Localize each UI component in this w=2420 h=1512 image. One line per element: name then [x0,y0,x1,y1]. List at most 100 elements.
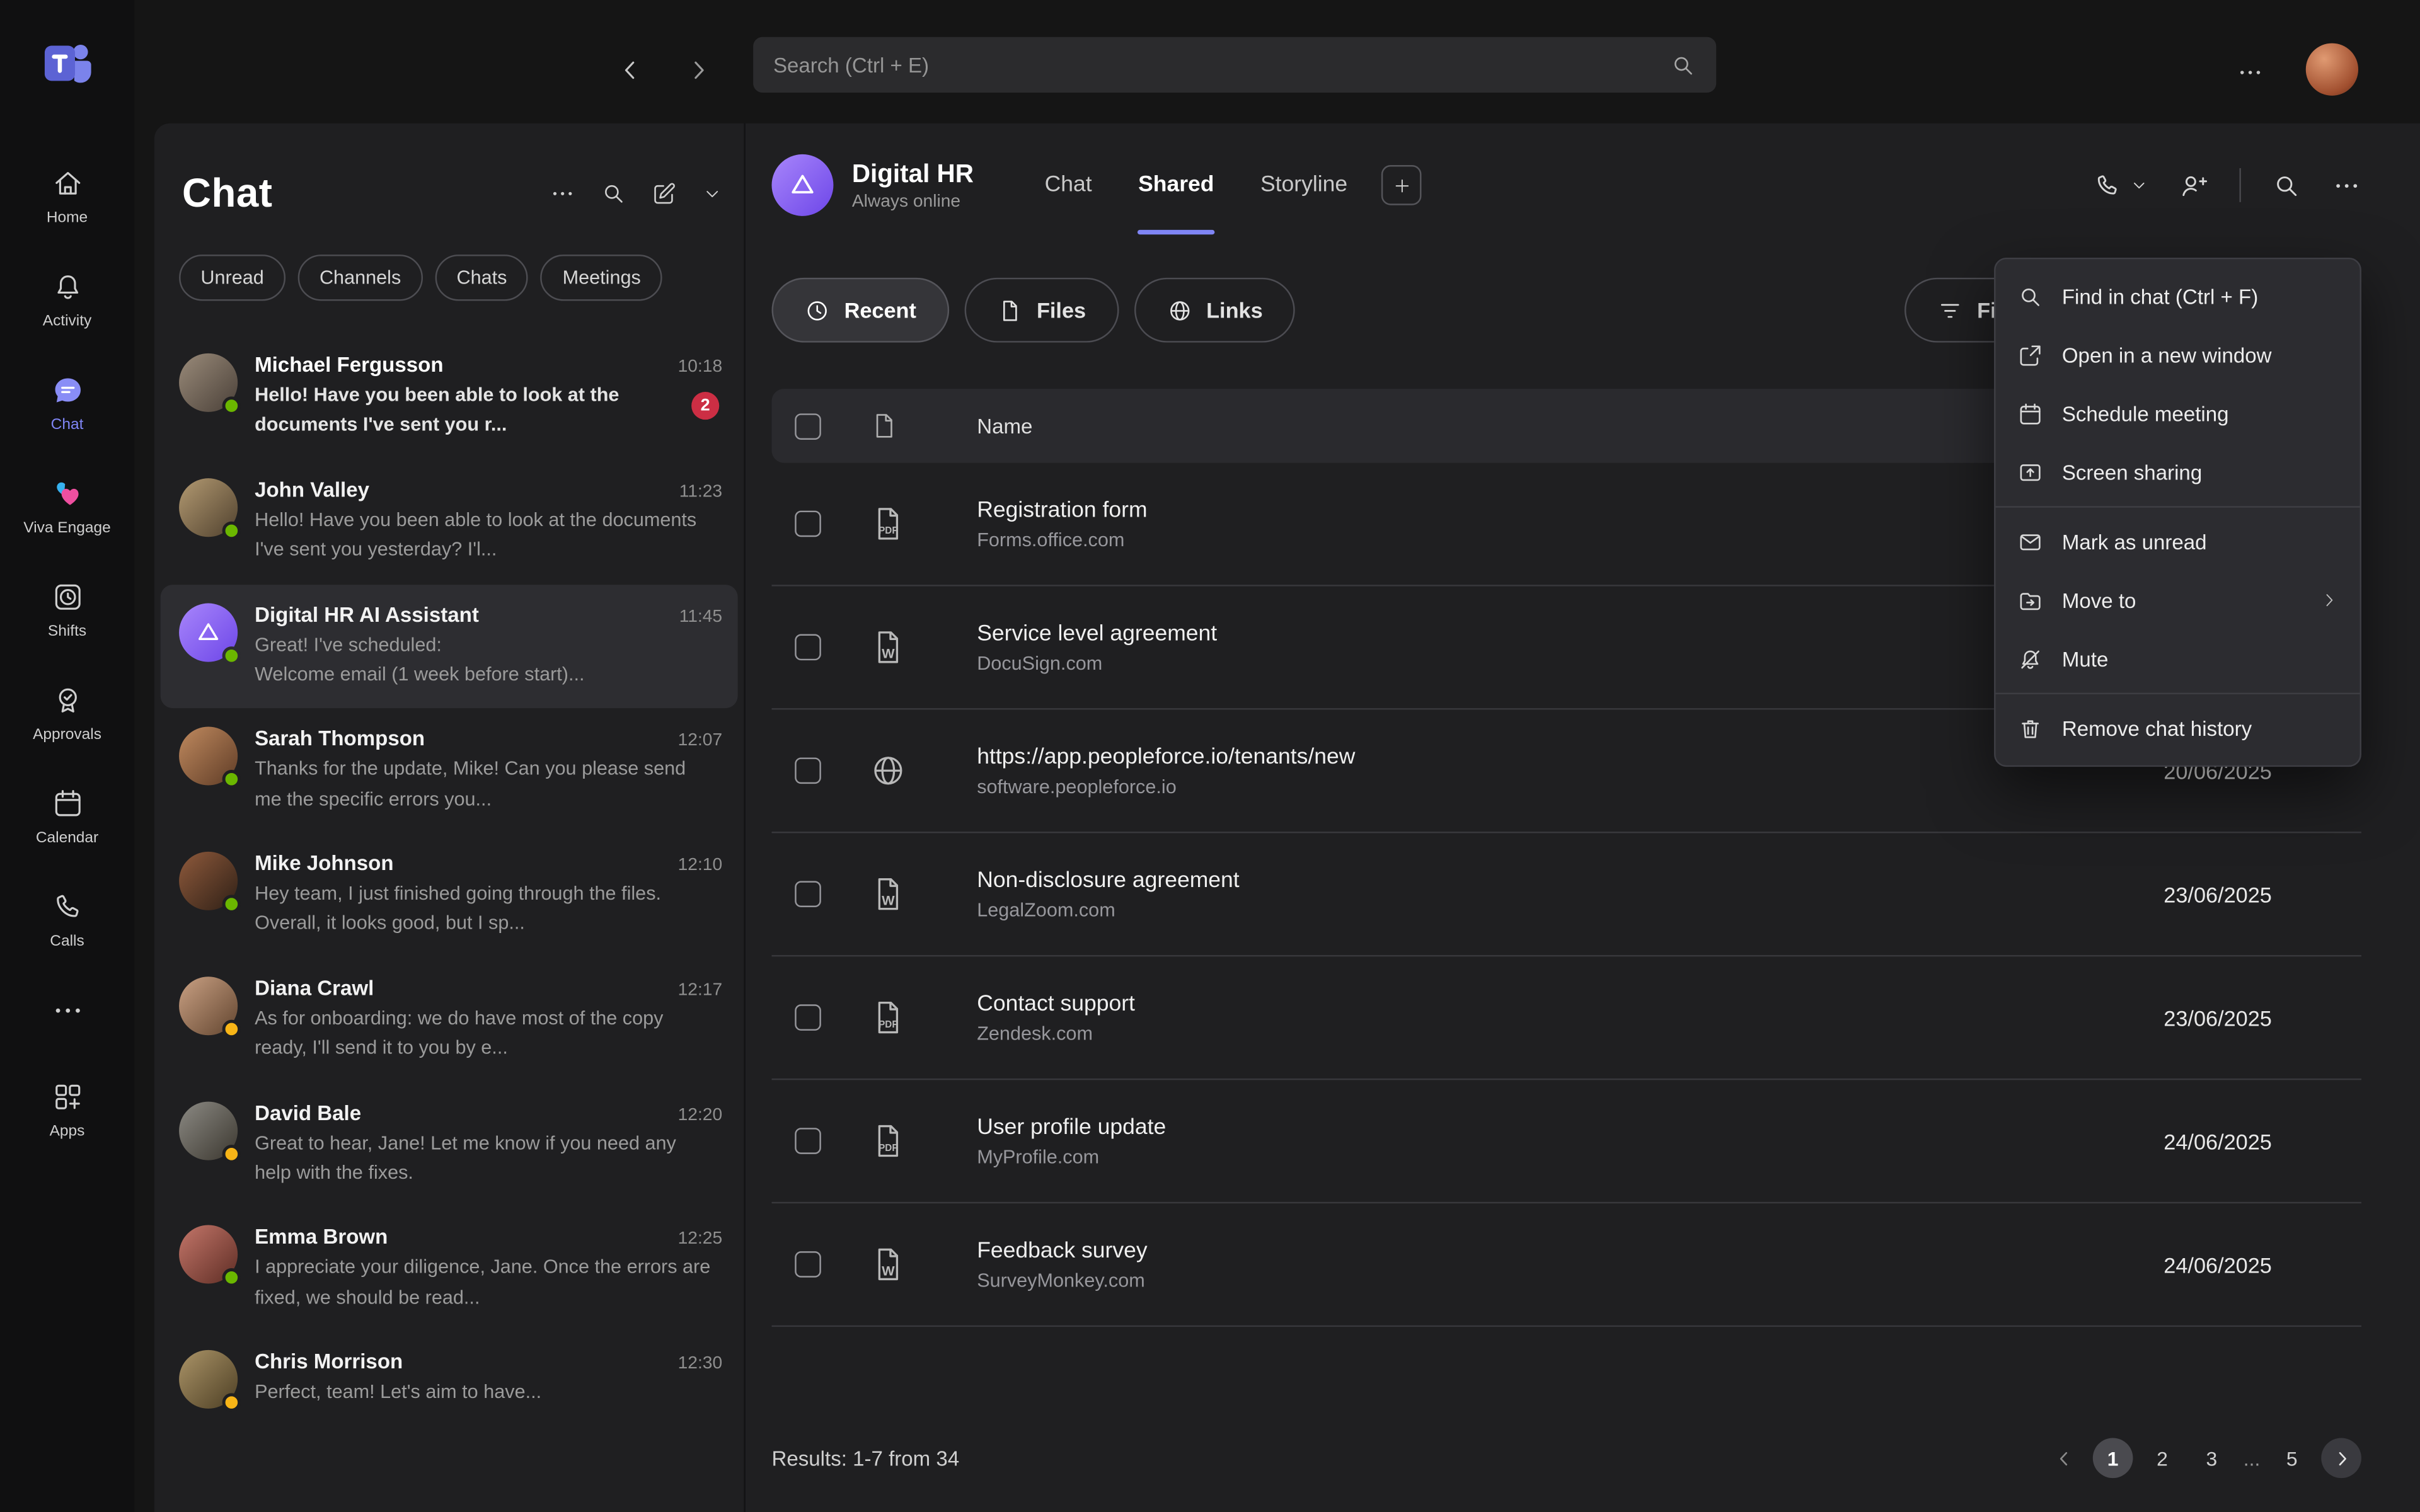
conversation-time: 12:25 [678,1230,722,1248]
rail-item-calls[interactable]: Calls [0,872,134,969]
filter-chats[interactable]: Chats [435,255,529,301]
forward-button[interactable] [685,57,712,84]
conversation-avatar [771,154,833,216]
next-page-button[interactable] [2321,1438,2361,1478]
menu-item-schedule-meeting[interactable]: Schedule meeting [1996,384,2360,443]
shared-row-contact-support[interactable]: Contact support Zendesk.com 23/06/2025 [771,956,2361,1080]
conversation-digital-hr-ai-assistant[interactable]: Digital HR AI Assistant 11:45 Great! I'v… [161,584,738,709]
page-button-[interactable]: ... [2241,1438,2262,1478]
conversation-name: Chris Morrison [255,1350,666,1373]
tab-shared[interactable]: Shared [1138,123,1214,247]
page-button-5[interactable]: 5 [2272,1438,2312,1478]
conversation-sarah-thompson[interactable]: Sarah Thompson 12:07 Thanks for the upda… [161,709,738,833]
menu-item-open-in-a-new-window[interactable]: Open in a new window [1996,326,2360,384]
presence-dot [222,1393,241,1411]
page-button-1[interactable]: 1 [2093,1438,2133,1478]
conversation-time: 12:17 [678,981,722,999]
menu-item-mark-as-unread[interactable]: Mark as unread [1996,512,2360,571]
icon-apps [50,1080,84,1114]
rail-item-viva[interactable]: Viva Engage [0,458,134,555]
row-checkbox[interactable] [795,1128,821,1154]
chat-expand-button[interactable] [702,183,722,203]
conversation-mike-johnson[interactable]: Mike Johnson 12:10 Hey team, I just fini… [161,833,738,958]
avatar [179,1350,238,1409]
global-search-box[interactable] [753,37,1716,93]
item-name: Service level agreement [977,621,1994,646]
chat-filter-pills: Unread Channels Chats Meetings [154,217,744,307]
shared-row-non-disclosure-agreement[interactable]: Non-disclosure agreement LegalZoom.com 2… [771,833,2361,956]
pill-files[interactable]: Files [964,278,1119,343]
rail-item-bell[interactable]: Activity [0,251,134,348]
file-icon-pdf [869,998,977,1036]
results-count: Results: 1-7 from 34 [771,1446,959,1470]
conversation-preview: Thanks for the update, Mike! Can you ple… [255,755,722,815]
select-all-checkbox[interactable] [795,413,821,439]
presence-dot [222,1144,241,1162]
chat-search-button[interactable] [601,181,627,207]
filter-unread[interactable]: Unread [179,255,285,301]
conversation-david-bale[interactable]: David Bale 12:20 Great to hear, Jane! Le… [161,1082,738,1207]
back-button[interactable] [618,57,644,84]
row-checkbox[interactable] [795,757,821,784]
page-button-2[interactable]: 2 [2142,1438,2182,1478]
tab-storyline[interactable]: Storyline [1260,123,1347,247]
item-source: DocuSign.com [977,652,1994,673]
menu-item-move-to[interactable]: Move to [1996,571,2360,629]
menu-item-find-in-chat-ctrl-f[interactable]: Find in chat (Ctrl + F) [1996,267,2360,326]
conversation-time: 10:18 [678,358,722,376]
filter-channels[interactable]: Channels [298,255,423,301]
row-checkbox[interactable] [795,1251,821,1278]
rail-item-calendar[interactable]: Calendar [0,769,134,866]
row-checkbox[interactable] [795,511,821,537]
conversation-name: Emma Brown [255,1225,666,1249]
rail-item-shifts[interactable]: Shifts [0,561,134,658]
avatar [179,727,238,786]
menu-item-screen-sharing[interactable]: Screen sharing [1996,443,2360,501]
shared-row-feedback-survey[interactable]: Feedback survey SurveyMonkey.com 24/06/2… [771,1203,2361,1327]
rail-item-home[interactable]: Home [0,148,134,245]
shared-row-user-profile-update[interactable]: User profile update MyProfile.com 24/06/… [771,1080,2361,1203]
chat-filters-more-button[interactable] [550,181,576,207]
search-icon [2272,171,2302,200]
pill-links[interactable]: Links [1134,278,1295,343]
tab-chat[interactable]: Chat [1045,123,1092,247]
conversation-preview: As for onboarding: we do have most of th… [255,1004,722,1064]
avatar [179,1101,238,1159]
file-icon-pdf [869,1121,977,1160]
topbar-more-button[interactable] [2237,59,2264,86]
filter-meetings[interactable]: Meetings [541,255,662,301]
conversation-michael-fergusson[interactable]: Michael Fergusson 10:18 Hello! Have you … [161,335,738,459]
item-source: MyProfile.com [977,1145,1994,1167]
find-in-chat-button[interactable] [2272,171,2302,200]
conversation-diana-crawl[interactable]: Diana Crawl 12:17 As for onboarding: we … [161,958,738,1082]
page-button-3[interactable]: 3 [2192,1438,2232,1478]
call-button[interactable] [2093,171,2148,200]
search-input[interactable] [773,53,1670,76]
row-checkbox[interactable] [795,881,821,907]
conversation-john-valley[interactable]: John Valley 11:23 Hello! Have you been a… [161,459,738,584]
add-people-button[interactable] [2179,171,2209,200]
row-checkbox[interactable] [795,634,821,661]
pill-recent[interactable]: Recent [771,278,948,343]
icon-doc [996,297,1023,323]
more-icon [2332,171,2361,200]
conversation-time: 12:10 [678,856,722,874]
icon-clock [804,297,831,323]
person-add-icon [2179,171,2209,200]
rail-item-apps[interactable]: Apps [0,1062,134,1159]
new-chat-button[interactable] [651,181,677,207]
menu-item-mute[interactable]: Mute [1996,629,2360,688]
rail-item-approvals[interactable]: Approvals [0,665,134,762]
conversation-emma-brown[interactable]: Emma Brown 12:25 I appreciate your dilig… [161,1207,738,1332]
conversation-name: John Valley [255,478,667,501]
user-avatar[interactable] [2306,43,2358,96]
add-tab-button[interactable] [1381,165,1422,205]
menu-item-remove-chat-history[interactable]: Remove chat history [1996,699,2360,757]
rail-item-more[interactable] [0,975,134,1055]
more-options-button[interactable] [2332,171,2361,200]
rail-item-chat[interactable]: Chat [0,355,134,452]
conversation-chris-morrison[interactable]: Chris Morrison 12:30 Perfect, team! Let'… [161,1331,738,1427]
prev-page-button[interactable] [2043,1438,2083,1478]
row-checkbox[interactable] [795,1004,821,1031]
teams-logo[interactable] [38,34,96,93]
